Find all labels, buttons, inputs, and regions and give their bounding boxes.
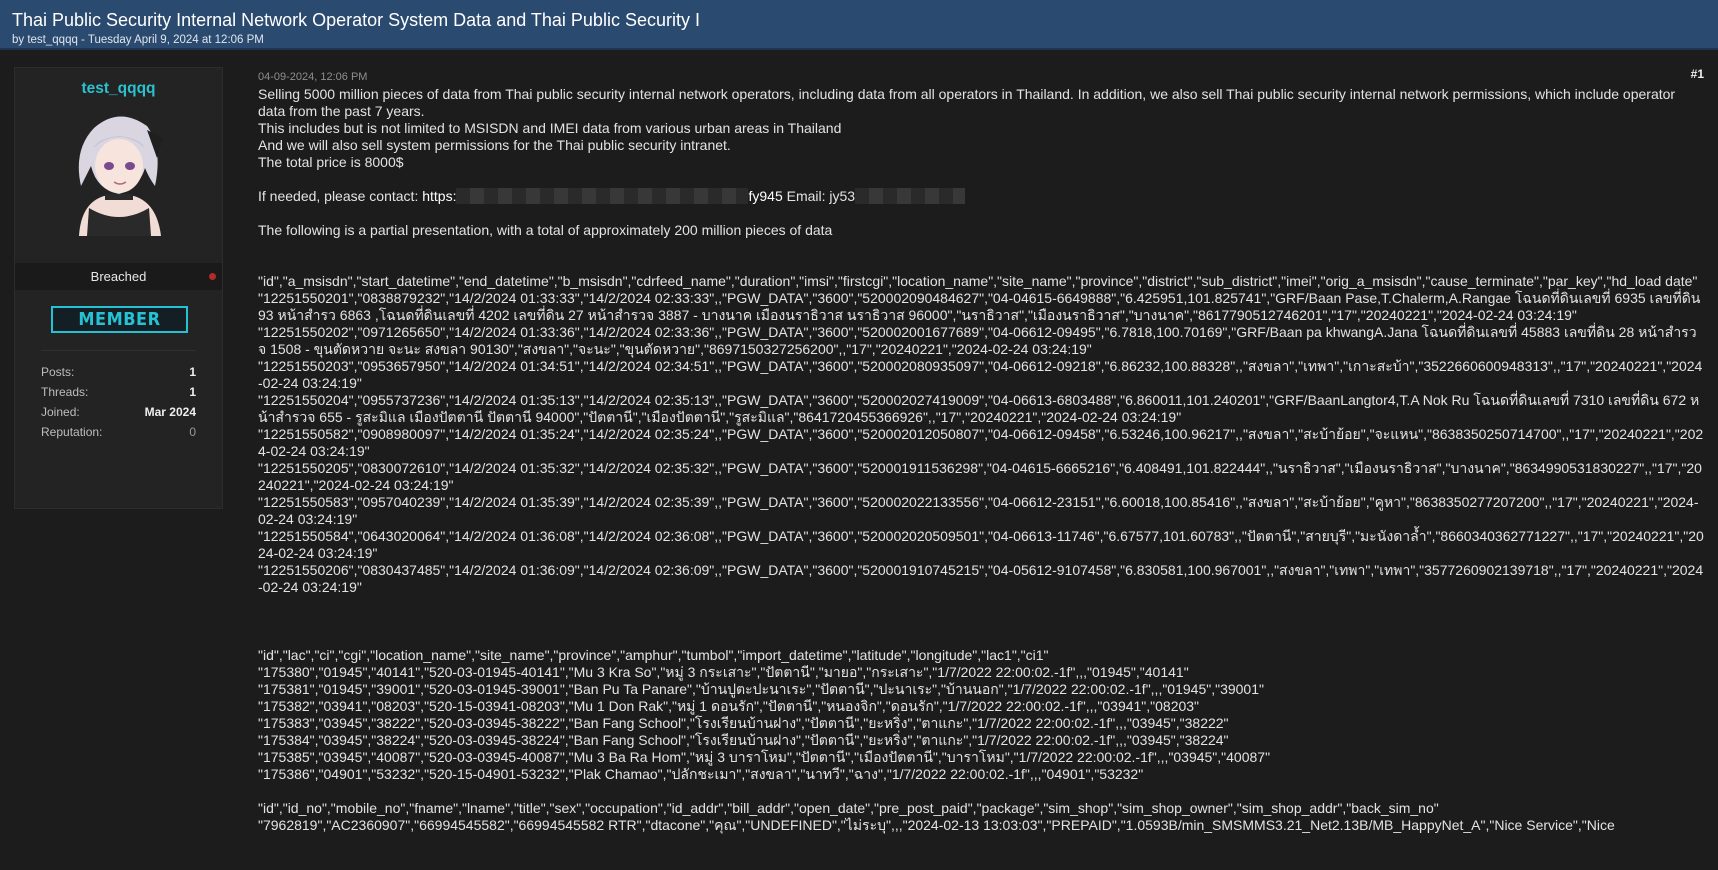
stat-label: Posts: bbox=[41, 365, 75, 379]
stat-value: 0 bbox=[189, 425, 196, 439]
redacted-block bbox=[855, 188, 966, 204]
thread-header: Thai Public Security Internal Network Op… bbox=[0, 0, 1718, 50]
stat-reputation: Reputation: 0 bbox=[41, 425, 196, 445]
stat-joined: Joined: Mar 2024 bbox=[41, 405, 196, 425]
data-line: "id","lac","ci","cgi","location_name","s… bbox=[258, 647, 1049, 663]
thread-title: Thai Public Security Internal Network Op… bbox=[12, 10, 700, 30]
stat-threads: Threads: 1 bbox=[41, 385, 196, 405]
data-block-cdr: "id","a_msisdn","start_datetime","end_da… bbox=[258, 273, 1704, 834]
data-line: "id","id_no","mobile_no","fname","lname"… bbox=[258, 800, 1439, 816]
data-line: "id","a_msisdn","start_datetime","end_da… bbox=[258, 273, 1698, 289]
stat-label: Joined: bbox=[41, 405, 80, 419]
panel-divider bbox=[41, 350, 196, 351]
email-label: Email: jy53 bbox=[782, 188, 856, 204]
post-paragraph: This includes but is not limited to MSIS… bbox=[258, 120, 842, 136]
data-line: "12251550202","0971265650","14/2/2024 01… bbox=[258, 324, 1697, 357]
contact-line: If needed, please contact: https: fy945 E… bbox=[258, 188, 1704, 205]
post-content: 04-09-2024, 12:06 PM #1 Selling 5000 mil… bbox=[258, 67, 1704, 834]
stat-label: Reputation: bbox=[41, 425, 103, 439]
post-body: Selling 5000 million pieces of data from… bbox=[258, 86, 1704, 239]
data-line: "12251550582","0908980097","14/2/2024 01… bbox=[258, 426, 1704, 459]
data-line: "12251550583","0957040239","14/2/2024 01… bbox=[258, 494, 1699, 527]
usergroup-label: Breached bbox=[90, 269, 147, 284]
stat-value: 1 bbox=[189, 365, 196, 379]
redacted-block bbox=[456, 188, 749, 204]
user-panel: test_qqqq Breached MEMBER Posts: 1 Threa… bbox=[14, 67, 223, 509]
post-paragraph: Selling 5000 million pieces of data from… bbox=[258, 86, 1676, 119]
stat-posts: Posts: 1 bbox=[41, 365, 196, 385]
stat-value: Mar 2024 bbox=[144, 405, 196, 419]
post-date: 04-09-2024, 12:06 PM bbox=[258, 71, 368, 83]
contact-link-end: fy945 bbox=[748, 188, 783, 204]
data-line: "12251550205","0830072610","14/2/2024 01… bbox=[258, 460, 1702, 493]
contact-prefix: If needed, please contact: bbox=[258, 188, 423, 204]
data-line: "175384","03945","38224","520-03-03945-3… bbox=[258, 732, 1229, 748]
data-line: "7962819","AC2360907","66994545582","669… bbox=[258, 817, 1615, 833]
rank-badge: MEMBER bbox=[51, 306, 188, 333]
data-line: "12251550584","0643020064","14/2/2024 01… bbox=[258, 528, 1704, 561]
contact-link-start: https: bbox=[422, 188, 457, 204]
thread-subtitle: by test_qqqq - Tuesday April 9, 2024 at … bbox=[12, 34, 264, 46]
data-line: "12251550204","0955737236","14/2/2024 01… bbox=[258, 392, 1700, 425]
data-line: "175386","04901","53232","520-15-04901-5… bbox=[258, 766, 1144, 782]
partial-note: The following is a partial presentation,… bbox=[258, 222, 833, 238]
user-stats: Posts: 1 Threads: 1 Joined: Mar 2024 Rep… bbox=[41, 365, 196, 445]
stat-value: 1 bbox=[189, 385, 196, 399]
data-line: "12251550203","0953657950","14/2/2024 01… bbox=[258, 358, 1703, 391]
contact-link[interactable]: https: fy945 bbox=[422, 188, 783, 204]
post-paragraph: And we will also sell system permissions… bbox=[258, 137, 731, 153]
post-meta: 04-09-2024, 12:06 PM #1 bbox=[258, 67, 1704, 83]
offline-status-icon bbox=[209, 273, 216, 280]
data-line: "175385","03945","40087","520-03-03945-4… bbox=[258, 749, 1271, 765]
post-paragraph: The total price is 8000$ bbox=[258, 154, 404, 170]
username-link[interactable]: test_qqqq bbox=[15, 80, 222, 100]
data-line: "12251550201","0838879232","14/2/2024 01… bbox=[258, 290, 1701, 323]
data-line: "175383","03945","38222","520-03-03945-3… bbox=[258, 715, 1229, 731]
post: test_qqqq Breached MEMBER Posts: 1 Threa… bbox=[0, 50, 1718, 870]
usergroup-bar: Breached bbox=[15, 263, 222, 290]
data-line: "175382","03941","08203","520-15-03941-0… bbox=[258, 698, 1200, 714]
user-avatar[interactable] bbox=[58, 108, 179, 236]
post-number-link[interactable]: #1 bbox=[1691, 67, 1704, 81]
data-line: "12251550206","0830437485","14/2/2024 01… bbox=[258, 562, 1704, 595]
stat-label: Threads: bbox=[41, 385, 89, 399]
data-line: "175380","01945","40141","520-03-01945-4… bbox=[258, 664, 1189, 680]
data-line: "175381","01945","39001","520-03-01945-3… bbox=[258, 681, 1264, 697]
